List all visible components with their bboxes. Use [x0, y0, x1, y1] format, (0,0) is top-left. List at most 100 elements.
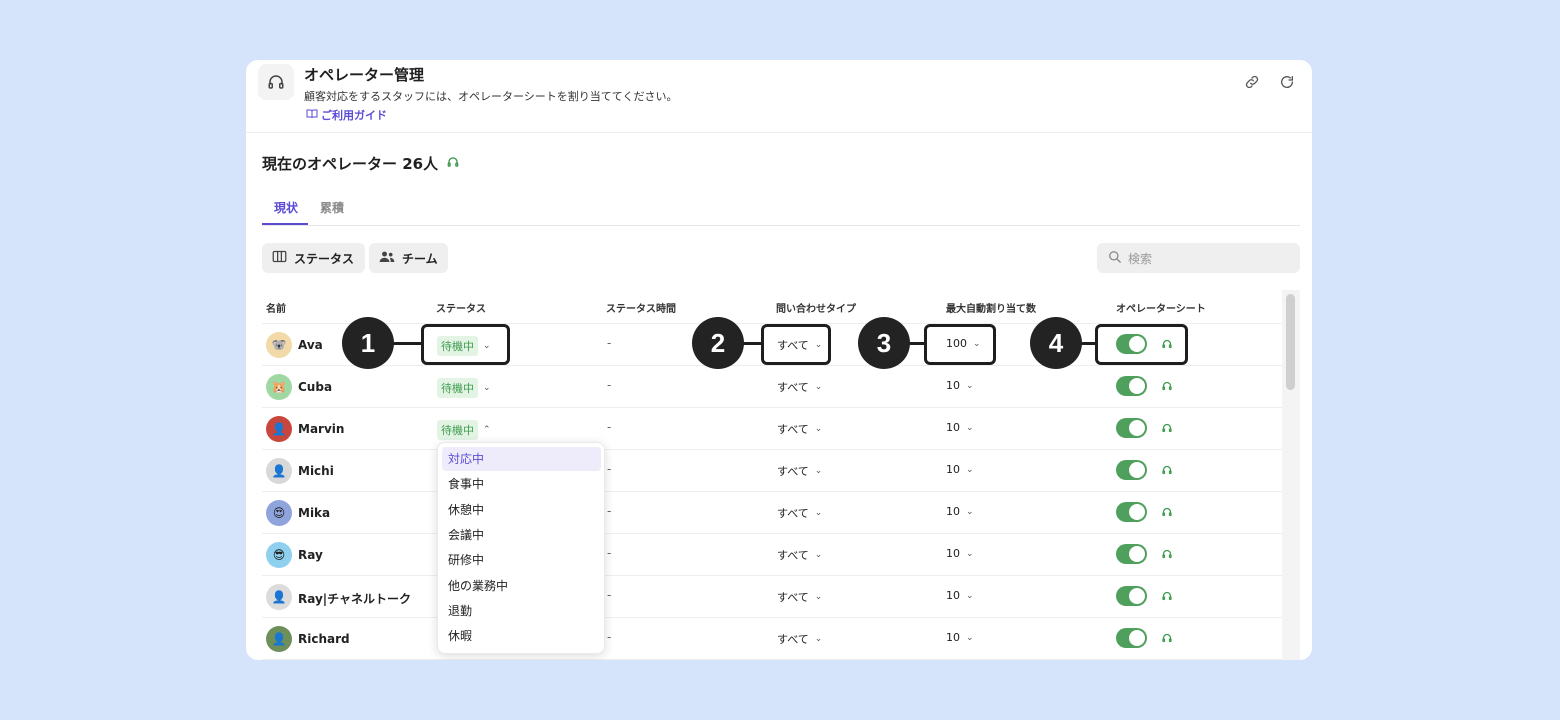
column-header-name: 名前	[266, 304, 286, 315]
callout-number-1: 1	[342, 317, 394, 369]
inquiry-type-select[interactable]: すべて ⌄	[777, 421, 822, 437]
inquiry-type-value: すべて	[777, 381, 809, 394]
table-row[interactable]: 😍 Mika - すべて ⌄ 10 ⌄	[262, 492, 1282, 534]
team-filter-button[interactable]: チーム	[369, 243, 448, 273]
max-assign-value: 10	[946, 505, 960, 518]
table-scrollbar[interactable]	[1282, 290, 1300, 660]
panel-header: オペレーター管理 顧客対応をするスタッフには、オペレーターシートを割り当ててくだ…	[246, 60, 1312, 133]
status-badge: 待機中	[437, 420, 478, 440]
max-assign-select[interactable]: 10 ⌄	[946, 421, 974, 434]
max-assign-select[interactable]: 10 ⌄	[946, 631, 974, 644]
avatar: 👤	[266, 626, 292, 652]
headset-green-icon	[1161, 377, 1173, 396]
max-assign-select[interactable]: 10 ⌄	[946, 379, 974, 392]
max-assign-select[interactable]: 10 ⌄	[946, 463, 974, 476]
tab-current[interactable]: 現状	[274, 199, 298, 216]
chevron-down-icon: ⌄	[483, 383, 491, 393]
operator-seat-toggle[interactable]	[1116, 376, 1147, 396]
avatar-image: 🐨	[271, 338, 287, 352]
operator-seat-toggle[interactable]	[1116, 418, 1147, 438]
status-option[interactable]: 休暇	[442, 624, 601, 648]
chevron-down-icon: ⌄	[814, 466, 823, 476]
status-select[interactable]: 待機中 ⌃	[437, 420, 491, 440]
operator-seat-toggle[interactable]	[1116, 628, 1147, 648]
status-option[interactable]: 会議中	[442, 523, 601, 547]
table-row[interactable]: 👤 Ray|チャネルトーク - すべて ⌄ 10 ⌄	[262, 576, 1282, 618]
max-assign-value: 10	[946, 631, 960, 644]
chevron-down-icon: ⌄	[814, 382, 823, 392]
guide-link[interactable]: ご利用ガイド	[306, 107, 387, 123]
table-row[interactable]: 👤 Michi - すべて ⌄ 10 ⌄	[262, 450, 1282, 492]
operator-name: Cuba	[298, 380, 333, 394]
avatar-image: 👤	[271, 464, 287, 478]
status-time-value: -	[607, 378, 612, 392]
chevron-down-icon: ⌄	[966, 632, 974, 643]
chevron-down-icon: ⌄	[814, 508, 823, 518]
active-tab-indicator	[262, 223, 308, 225]
status-option[interactable]: 研修中	[442, 548, 601, 572]
operator-name: Ray	[298, 548, 323, 562]
status-select[interactable]: 待機中 ⌄	[437, 378, 491, 398]
avatar-image: 👤	[271, 590, 287, 604]
chevron-down-icon: ⌄	[814, 550, 823, 560]
max-assign-select[interactable]: 10 ⌄	[946, 505, 974, 518]
inquiry-type-select[interactable]: すべて ⌄	[777, 505, 822, 521]
status-filter-button[interactable]: ステータス	[262, 243, 365, 273]
tab-cumulative[interactable]: 累積	[320, 199, 344, 216]
table-row[interactable]: 👤 Marvin 待機中 ⌃ - すべて ⌄ 10 ⌄	[262, 408, 1282, 450]
chevron-down-icon: ⌄	[814, 634, 823, 644]
search-input[interactable]: 検索	[1097, 243, 1300, 273]
status-option[interactable]: 退勤	[442, 599, 601, 623]
chevron-down-icon: ⌄	[966, 380, 974, 391]
max-assign-select[interactable]: 10 ⌄	[946, 589, 974, 602]
table-row[interactable]: 😎 Ray - すべて ⌄ 10 ⌄	[262, 534, 1282, 576]
operator-seat-toggle[interactable]	[1116, 502, 1147, 522]
operator-seat-cell	[1116, 544, 1173, 564]
search-icon	[1108, 250, 1122, 267]
callout-box-operator-seat	[1095, 324, 1188, 365]
avatar: 🐨	[266, 332, 292, 358]
headset-green-icon	[1161, 419, 1173, 438]
status-time-value: -	[607, 336, 612, 350]
inquiry-type-value: すべて	[777, 507, 809, 520]
status-time-value: -	[607, 462, 612, 476]
tab-bar: 現状 累積	[262, 196, 1300, 226]
headset-green-icon	[1161, 587, 1173, 606]
chevron-down-icon: ⌄	[966, 506, 974, 517]
chevron-down-icon: ⌄	[814, 424, 823, 434]
table-row[interactable]: 🐹 Cuba 待機中 ⌄ - すべて ⌄ 10 ⌄	[262, 366, 1282, 408]
status-option[interactable]: 他の業務中	[442, 574, 601, 598]
headset-green-icon	[1161, 545, 1173, 564]
inquiry-type-value: すべて	[777, 591, 809, 604]
operator-seat-toggle[interactable]	[1116, 460, 1147, 480]
headset-green-icon	[1161, 461, 1173, 480]
inquiry-type-select[interactable]: すべて ⌄	[777, 589, 822, 605]
operator-name: Ray|チャネルトーク	[298, 592, 412, 606]
operator-seat-toggle[interactable]	[1116, 586, 1147, 606]
inquiry-type-select[interactable]: すべて ⌄	[777, 547, 822, 563]
inquiry-type-select[interactable]: すべて ⌄	[777, 379, 822, 395]
max-assign-value: 10	[946, 589, 960, 602]
inquiry-type-select[interactable]: すべて ⌄	[777, 463, 822, 479]
status-time-value: -	[607, 546, 612, 560]
refresh-icon[interactable]	[1277, 72, 1297, 92]
operator-seat-cell	[1116, 502, 1173, 522]
operators-count-label: 現在のオペレーター 26人	[262, 155, 439, 173]
status-option[interactable]: 休憩中	[442, 498, 601, 522]
column-header-inquiry-type: 問い合わせタイプ	[776, 304, 856, 315]
table-row[interactable]: 👤 Richard - すべて ⌄ 10 ⌄	[262, 618, 1282, 660]
status-option[interactable]: 対応中	[442, 447, 601, 471]
scrollbar-thumb[interactable]	[1286, 294, 1295, 390]
link-icon[interactable]	[1242, 72, 1262, 92]
status-option[interactable]: 食事中	[442, 472, 601, 496]
operator-seat-toggle[interactable]	[1116, 544, 1147, 564]
status-filter-label: ステータス	[294, 251, 355, 266]
inquiry-type-select[interactable]: すべて ⌄	[777, 631, 822, 647]
operator-seat-cell	[1116, 586, 1173, 606]
avatar: 👤	[266, 458, 292, 484]
headset-icon	[258, 64, 294, 100]
avatar: 👤	[266, 584, 292, 610]
max-assign-select[interactable]: 10 ⌄	[946, 547, 974, 560]
status-dropdown-menu: 対応中 食事中 休憩中 会議中 研修中 他の業務中 退勤 休暇	[437, 442, 605, 654]
column-header-operator-seat: オペレーターシート	[1116, 304, 1206, 315]
